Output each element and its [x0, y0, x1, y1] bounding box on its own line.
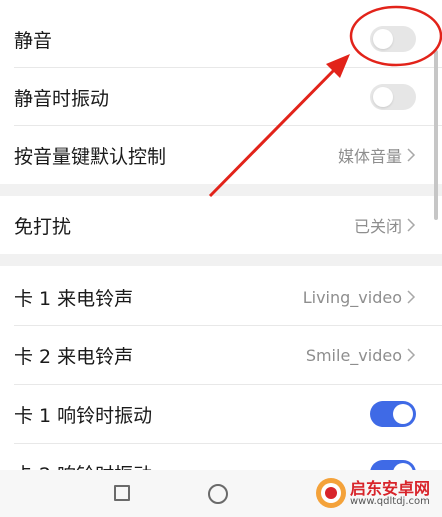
do-not-disturb-row[interactable]: 免打扰 已关闭	[0, 196, 442, 254]
vibrate-on-mute-toggle[interactable]	[370, 84, 416, 110]
toggle-knob	[373, 29, 393, 49]
vibrate-on-mute-row[interactable]: 静音时振动	[0, 68, 442, 126]
volume-key-default-row[interactable]: 按音量键默认控制 媒体音量	[0, 126, 442, 184]
dnd-group: 免打扰 已关闭	[0, 196, 442, 254]
chevron-right-icon	[407, 348, 416, 362]
volume-key-default-value: 媒体音量	[337, 147, 402, 166]
chevron-right-icon	[407, 218, 416, 232]
chevron-right-icon	[407, 148, 416, 162]
mute-label: 静音	[14, 29, 53, 52]
volume-key-default-label: 按音量键默认控制	[14, 145, 167, 168]
toggle-knob	[373, 87, 393, 107]
sim1-vibrate-toggle[interactable]	[370, 401, 416, 427]
recent-apps-icon[interactable]	[114, 485, 130, 501]
sim1-vibrate-row[interactable]: 卡 1 响铃时振动	[0, 385, 442, 443]
sim2-ringtone-label: 卡 2 来电铃声	[14, 345, 134, 368]
toggle-knob	[393, 404, 413, 424]
home-icon[interactable]	[208, 484, 228, 504]
do-not-disturb-value: 已关闭	[353, 217, 402, 236]
scrollbar[interactable]	[434, 50, 438, 220]
mute-toggle[interactable]	[370, 26, 416, 52]
chevron-right-icon	[407, 290, 416, 304]
watermark-url: www.qdltdj.com	[350, 496, 430, 507]
sim2-ringtone-value: Smile_video	[305, 345, 402, 365]
watermark: 启东安卓网 www.qdltdj.com	[312, 472, 438, 514]
sim1-ringtone-row[interactable]: 卡 1 来电铃声 Living_video	[0, 268, 442, 326]
sound-settings-group: 静音 静音时振动 按音量键默认控制 媒体音量	[0, 0, 442, 184]
do-not-disturb-label: 免打扰	[14, 215, 72, 238]
watermark-logo-icon	[316, 478, 346, 508]
sim1-ringtone-label: 卡 1 来电铃声	[14, 287, 134, 310]
mute-row[interactable]: 静音	[0, 10, 442, 68]
sim2-ringtone-row[interactable]: 卡 2 来电铃声 Smile_video	[0, 326, 442, 384]
sim1-vibrate-label: 卡 1 响铃时振动	[14, 404, 153, 427]
ringtone-group: 卡 1 来电铃声 Living_video 卡 2 来电铃声 Smile_vid…	[0, 266, 442, 486]
vibrate-on-mute-label: 静音时振动	[14, 87, 110, 110]
sim1-ringtone-value: Living_video	[302, 287, 402, 307]
